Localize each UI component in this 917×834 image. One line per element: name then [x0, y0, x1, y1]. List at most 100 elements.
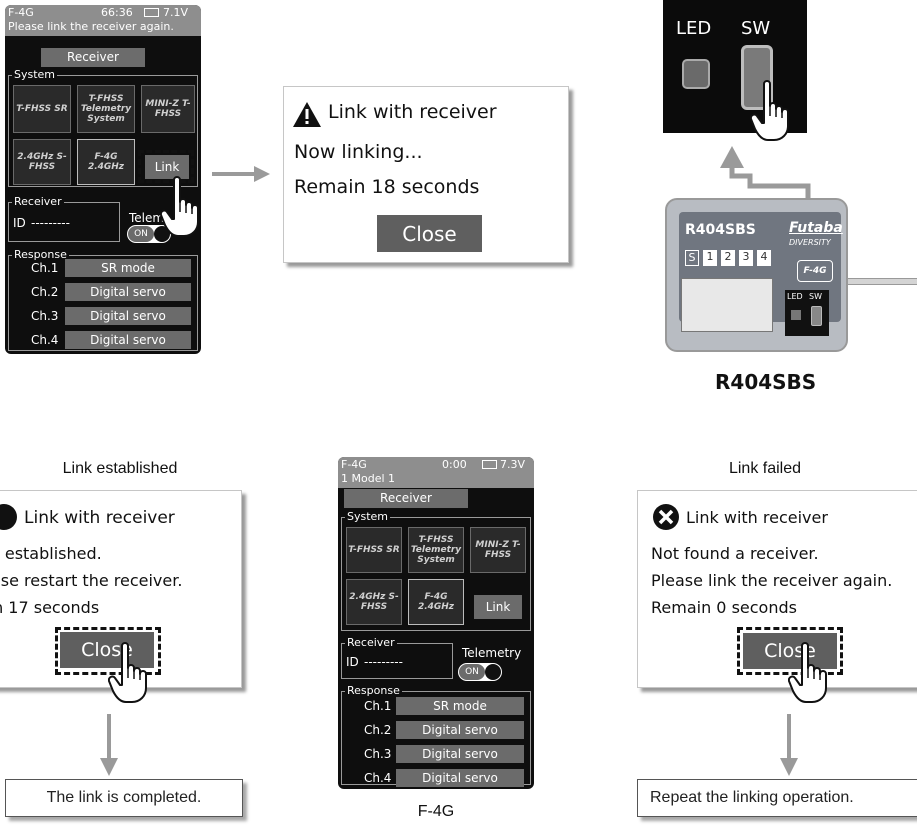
established-line-2: Please restart the receiver. [0, 571, 183, 590]
tab-receiver[interactable]: Receiver [41, 48, 145, 67]
led-indicator [682, 59, 710, 89]
port-4: 4 [757, 250, 771, 266]
small-sw-label: SW [809, 292, 822, 301]
center-system-mini-z[interactable]: MINI-Z T-FHSS [470, 527, 526, 573]
failed-line-3: Remain 0 seconds [651, 598, 797, 617]
center-timer: 0:00 [442, 458, 467, 471]
ch2-mode-button[interactable]: Digital servo [65, 283, 191, 301]
sw-label: SW [741, 18, 771, 39]
ch2-label: Ch.2 [31, 285, 59, 299]
receiver-label: Receiver [12, 195, 64, 209]
dialog-line-2: Remain 18 seconds [294, 176, 480, 198]
center-telemetry-label: Telemetry [462, 646, 522, 660]
receiver-logo: F-4G [797, 260, 833, 282]
ch3-label: Ch.3 [31, 309, 59, 323]
established-line-3: Remain 17 seconds [0, 598, 100, 617]
transmitter-screen-center: F-4G 0:00 7.3V 1 Model 1 Receiver System… [338, 457, 534, 789]
ch1-mode-button[interactable]: SR mode [65, 259, 191, 277]
center-system-label: System [345, 510, 391, 524]
arrow-down-icon [100, 714, 118, 776]
status-message: Please link the receiver again. [8, 20, 174, 33]
telemetry-label: Telem [129, 211, 165, 225]
timer: 66:36 [101, 6, 133, 19]
error-x-icon [653, 504, 679, 530]
system-mini-z[interactable]: MINI-Z T-FHSS [141, 85, 195, 133]
port-1: 1 [703, 250, 717, 266]
failed-line-2: Please link the receiver again. [651, 571, 893, 590]
center-toggle-knob [485, 664, 501, 680]
center-telemetry-toggle[interactable]: ON [458, 663, 502, 681]
battery-icon [144, 8, 159, 17]
warning-icon [293, 102, 321, 127]
dialog-title: Link with receiver [328, 101, 497, 123]
center-response-label: Response [345, 684, 402, 698]
center-toggle-on-label: ON [459, 664, 485, 680]
hand-pointer-icon [788, 642, 832, 704]
system-tfhss-sr[interactable]: T-FHSS SR [13, 85, 71, 133]
center-ch1-label: Ch.1 [364, 699, 392, 713]
small-led [791, 310, 801, 320]
center-receiver-label: Receiver [345, 636, 397, 650]
arrow-down-icon [780, 714, 798, 776]
receiver-body: R404SBS Futaba DIVERSITY S 1 2 3 4 F-4G … [665, 198, 848, 352]
established-note: The link is completed. [5, 779, 243, 817]
center-model-name: F-4G [341, 458, 367, 471]
center-system-tfhss-sr[interactable]: T-FHSS SR [346, 527, 402, 573]
small-sw [811, 306, 822, 326]
hand-pointer-icon [108, 642, 152, 704]
established-line-1: Link established. [0, 544, 102, 563]
close-button[interactable]: Close [377, 215, 482, 252]
receiver-brand: Futaba [789, 220, 843, 236]
center-id-label: ID [346, 655, 359, 669]
battery-voltage: 7.1V [163, 6, 189, 19]
center-ch4-label: Ch.4 [364, 771, 392, 785]
linking-dialog: Link with receiver Now linking... Remain… [283, 86, 569, 263]
led-sw-window: LED SW [785, 290, 829, 336]
center-id-value: --------- [364, 655, 403, 669]
system-sfhss[interactable]: 2.4GHz S-FHSS [13, 139, 71, 185]
receiver-diversity: DIVERSITY [789, 238, 831, 247]
small-led-label: LED [787, 292, 803, 301]
system-f4g[interactable]: F-4G 2.4GHz [77, 139, 135, 185]
center-system-sfhss[interactable]: 2.4GHz S-FHSS [346, 579, 402, 625]
center-ch4-mode-button[interactable]: Digital servo [396, 769, 524, 787]
ch4-mode-button[interactable]: Digital servo [65, 331, 191, 349]
center-ch3-mode-button[interactable]: Digital servo [396, 745, 524, 763]
center-system-tfhss-telemetry[interactable]: T-FHSS Telemetry System [408, 527, 464, 573]
system-label: System [12, 68, 58, 82]
center-system-f4g[interactable]: F-4G 2.4GHz [408, 579, 464, 625]
failed-line-1: Not found a receiver. [651, 544, 819, 563]
arrow-right-icon [212, 166, 270, 182]
center-ch1-mode-button[interactable]: SR mode [396, 697, 524, 715]
system-tfhss-telemetry[interactable]: T-FHSS Telemetry System [77, 85, 135, 133]
ch4-label: Ch.4 [31, 333, 59, 347]
center-model-line: 1 Model 1 [341, 472, 396, 485]
center-status-bar: F-4G 0:00 7.3V 1 Model 1 [338, 457, 534, 488]
established-caption: Link established [62, 460, 178, 477]
port-3: 3 [739, 250, 753, 266]
failed-title: Link with receiver [686, 508, 828, 527]
hand-pointer-icon [160, 176, 204, 238]
id-label: ID [13, 216, 26, 230]
battery-icon [482, 460, 497, 469]
ch3-mode-button[interactable]: Digital servo [65, 307, 191, 325]
center-link-button[interactable]: Link [474, 595, 522, 619]
ch1-label: Ch.1 [31, 261, 59, 275]
failed-caption: Link failed [728, 460, 802, 477]
center-caption: F-4G [417, 803, 455, 820]
port-2: 2 [721, 250, 735, 266]
center-ch2-mode-button[interactable]: Digital servo [396, 721, 524, 739]
center-ch2-label: Ch.2 [364, 723, 392, 737]
status-bar: F-4G 66:36 7.1V Please link the receiver… [5, 5, 201, 36]
response-label: Response [12, 248, 69, 262]
info-icon [0, 504, 17, 530]
center-battery-voltage: 7.3V [500, 458, 526, 471]
center-tab-receiver[interactable]: Receiver [344, 489, 468, 508]
port-s: S [685, 250, 699, 266]
id-value: --------- [31, 216, 70, 230]
receiver-caption: R404SBS [715, 370, 817, 394]
dialog-line-1: Now linking... [294, 141, 423, 163]
established-title: Link with receiver [24, 508, 175, 528]
toggle-on-label: ON [128, 226, 154, 242]
servo-connector-block [681, 278, 773, 332]
